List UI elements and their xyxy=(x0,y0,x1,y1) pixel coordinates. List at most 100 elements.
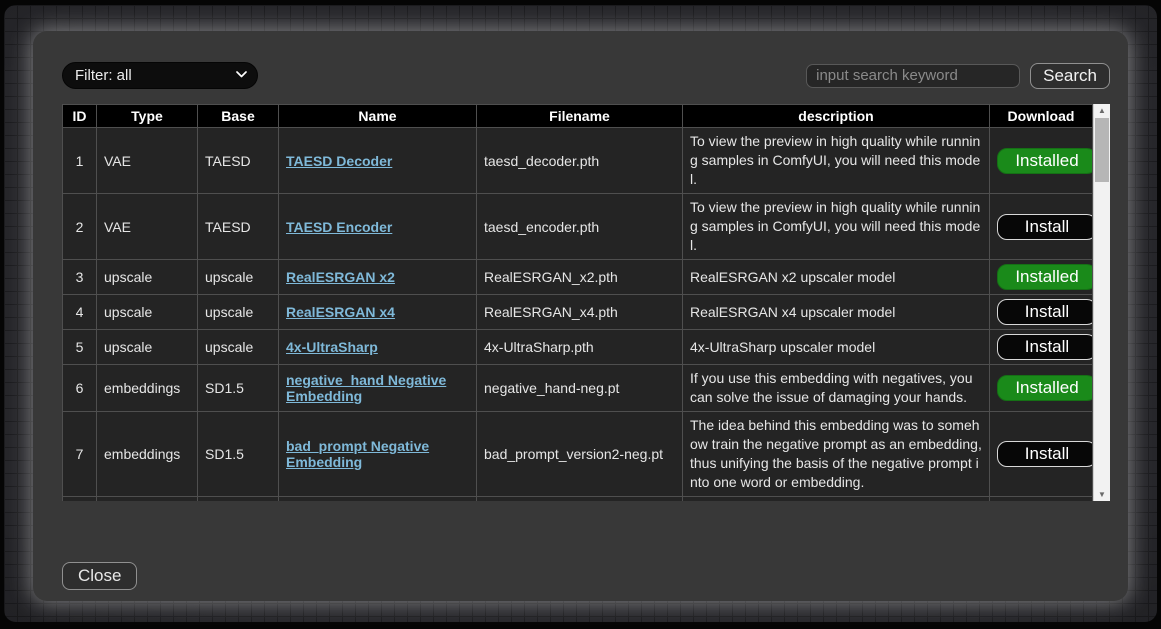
cell-id: 6 xyxy=(63,365,97,412)
cell-name: TAESD Encoder xyxy=(279,194,477,260)
cell-description: If you use this embedding with negatives… xyxy=(683,365,990,412)
installed-button[interactable]: Installed xyxy=(997,375,1093,401)
cell-download: Install xyxy=(990,330,1093,365)
model-name-link[interactable]: TAESD Encoder xyxy=(286,219,392,235)
cell-id: 7 xyxy=(63,412,97,497)
cell-download: Install xyxy=(990,295,1093,330)
cell-id: 3 xyxy=(63,260,97,295)
scrollbar-down-arrow-icon[interactable]: ▼ xyxy=(1094,488,1110,501)
cell-base: upscale xyxy=(198,295,279,330)
search-input[interactable] xyxy=(806,64,1020,88)
col-header-description: description xyxy=(683,105,990,128)
model-name-link[interactable]: TAESD Decoder xyxy=(286,153,392,169)
cell-download: Installed xyxy=(990,365,1093,412)
model-table-container: IDTypeBaseNameFilenamedescriptionDownloa… xyxy=(62,104,1110,501)
cell-filename xyxy=(477,497,683,502)
cell-description: RealESRGAN x4 upscaler model xyxy=(683,295,990,330)
cell-type: VAE xyxy=(97,194,198,260)
cell-description: To view the preview in high quality whil… xyxy=(683,128,990,194)
table-row: 4 upscale upscale RealESRGAN x4 RealESRG… xyxy=(63,295,1093,330)
install-button[interactable]: Install xyxy=(997,299,1093,325)
cell-base: upscale xyxy=(198,330,279,365)
cell-description: 4x-UltraSharp upscaler model xyxy=(683,330,990,365)
cell-name xyxy=(279,497,477,502)
table-row: 6 embeddings SD1.5 negative_hand Negativ… xyxy=(63,365,1093,412)
cell-base: SD1.5 xyxy=(198,365,279,412)
installed-button[interactable]: Installed xyxy=(997,148,1093,174)
toolbar: Filter: all Search xyxy=(62,62,1110,89)
col-header-name: Name xyxy=(279,105,477,128)
cell-download: Install xyxy=(990,194,1093,260)
cell-type xyxy=(97,497,198,502)
cell-id: 2 xyxy=(63,194,97,260)
cell-base: TAESD xyxy=(198,194,279,260)
table-row: 2 VAE TAESD TAESD Encoder taesd_encoder.… xyxy=(63,194,1093,260)
filter-wrap: Filter: all xyxy=(62,62,258,89)
col-header-base: Base xyxy=(198,105,279,128)
cell-type: embeddings xyxy=(97,365,198,412)
cell-download xyxy=(990,497,1093,502)
cell-type: VAE xyxy=(97,128,198,194)
col-header-filename: Filename xyxy=(477,105,683,128)
scrollbar-thumb[interactable] xyxy=(1095,118,1109,182)
cell-name: RealESRGAN x2 xyxy=(279,260,477,295)
cell-description: These embedding learn what disgusting co… xyxy=(683,497,990,502)
table-row: These embedding learn what disgusting co… xyxy=(63,497,1093,502)
cell-download: Installed xyxy=(990,260,1093,295)
scrollbar-up-arrow-icon[interactable]: ▲ xyxy=(1094,104,1110,117)
cell-download: Installed xyxy=(990,128,1093,194)
col-header-type: Type xyxy=(97,105,198,128)
install-button[interactable]: Install xyxy=(997,334,1093,360)
filter-select[interactable]: Filter: all xyxy=(62,62,258,89)
models-table: IDTypeBaseNameFilenamedescriptionDownloa… xyxy=(62,104,1093,501)
cell-name: bad_prompt Negative Embedding xyxy=(279,412,477,497)
cell-name: 4x-UltraSharp xyxy=(279,330,477,365)
cell-type: upscale xyxy=(97,330,198,365)
search-group: Search xyxy=(806,63,1110,89)
table-row: 7 embeddings SD1.5 bad_prompt Negative E… xyxy=(63,412,1093,497)
cell-base: upscale xyxy=(198,260,279,295)
cell-filename: 4x-UltraSharp.pth xyxy=(477,330,683,365)
cell-description: The idea behind this embedding was to so… xyxy=(683,412,990,497)
install-button[interactable]: Install xyxy=(997,441,1093,467)
table-row: 5 upscale upscale 4x-UltraSharp 4x-Ultra… xyxy=(63,330,1093,365)
cell-type: upscale xyxy=(97,260,198,295)
table-body: 1 VAE TAESD TAESD Decoder taesd_decoder.… xyxy=(63,128,1093,502)
cell-id: 4 xyxy=(63,295,97,330)
model-manager-dialog: Filter: all Search IDTypeBaseNameFil xyxy=(33,31,1128,601)
cell-name: RealESRGAN x4 xyxy=(279,295,477,330)
cell-base xyxy=(198,497,279,502)
cell-id: 5 xyxy=(63,330,97,365)
table-scrollbar[interactable]: ▲ ▼ xyxy=(1093,104,1110,501)
table-row: 1 VAE TAESD TAESD Decoder taesd_decoder.… xyxy=(63,128,1093,194)
table-header-row: IDTypeBaseNameFilenamedescriptionDownloa… xyxy=(63,105,1093,128)
cell-description: To view the preview in high quality whil… xyxy=(683,194,990,260)
cell-base: TAESD xyxy=(198,128,279,194)
install-button[interactable]: Install xyxy=(997,214,1093,240)
cell-filename: negative_hand-neg.pt xyxy=(477,365,683,412)
cell-id: 1 xyxy=(63,128,97,194)
cell-download: Install xyxy=(990,412,1093,497)
model-name-link[interactable]: bad_prompt Negative Embedding xyxy=(286,438,429,470)
close-button[interactable]: Close xyxy=(62,562,137,590)
model-name-link[interactable]: RealESRGAN x2 xyxy=(286,269,395,285)
cell-type: upscale xyxy=(97,295,198,330)
cell-filename: taesd_encoder.pth xyxy=(477,194,683,260)
cell-name: negative_hand Negative Embedding xyxy=(279,365,477,412)
installed-button[interactable]: Installed xyxy=(997,264,1093,290)
col-header-id: ID xyxy=(63,105,97,128)
cell-description: RealESRGAN x2 upscaler model xyxy=(683,260,990,295)
col-header-download: Download xyxy=(990,105,1093,128)
cell-base: SD1.5 xyxy=(198,412,279,497)
cell-filename: RealESRGAN_x4.pth xyxy=(477,295,683,330)
cell-name: TAESD Decoder xyxy=(279,128,477,194)
model-name-link[interactable]: RealESRGAN x4 xyxy=(286,304,395,320)
cell-filename: taesd_decoder.pth xyxy=(477,128,683,194)
cell-id xyxy=(63,497,97,502)
cell-filename: bad_prompt_version2-neg.pt xyxy=(477,412,683,497)
cell-filename: RealESRGAN_x2.pth xyxy=(477,260,683,295)
table-row: 3 upscale upscale RealESRGAN x2 RealESRG… xyxy=(63,260,1093,295)
model-name-link[interactable]: negative_hand Negative Embedding xyxy=(286,372,446,404)
search-button[interactable]: Search xyxy=(1030,63,1110,89)
model-name-link[interactable]: 4x-UltraSharp xyxy=(286,339,378,355)
